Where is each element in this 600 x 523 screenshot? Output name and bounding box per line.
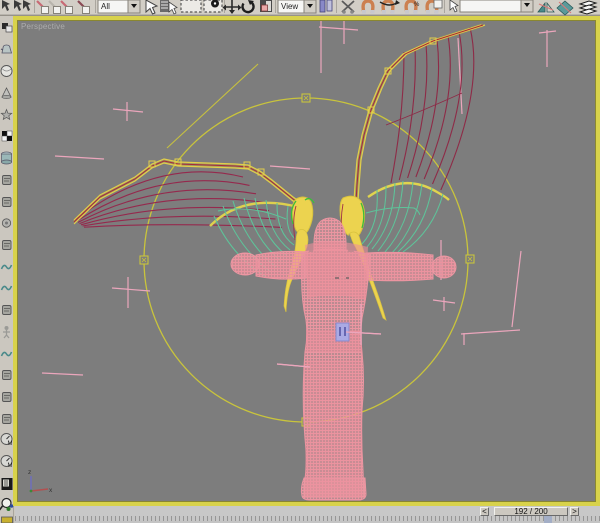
svg-text:x: x xyxy=(49,487,53,494)
svg-text:All: All xyxy=(101,2,110,11)
svg-text:View: View xyxy=(281,2,298,11)
svg-text:M: M xyxy=(8,463,13,469)
svg-text:%: % xyxy=(414,2,420,8)
svg-text:z: z xyxy=(28,469,31,476)
svg-text:M: M xyxy=(8,441,13,447)
